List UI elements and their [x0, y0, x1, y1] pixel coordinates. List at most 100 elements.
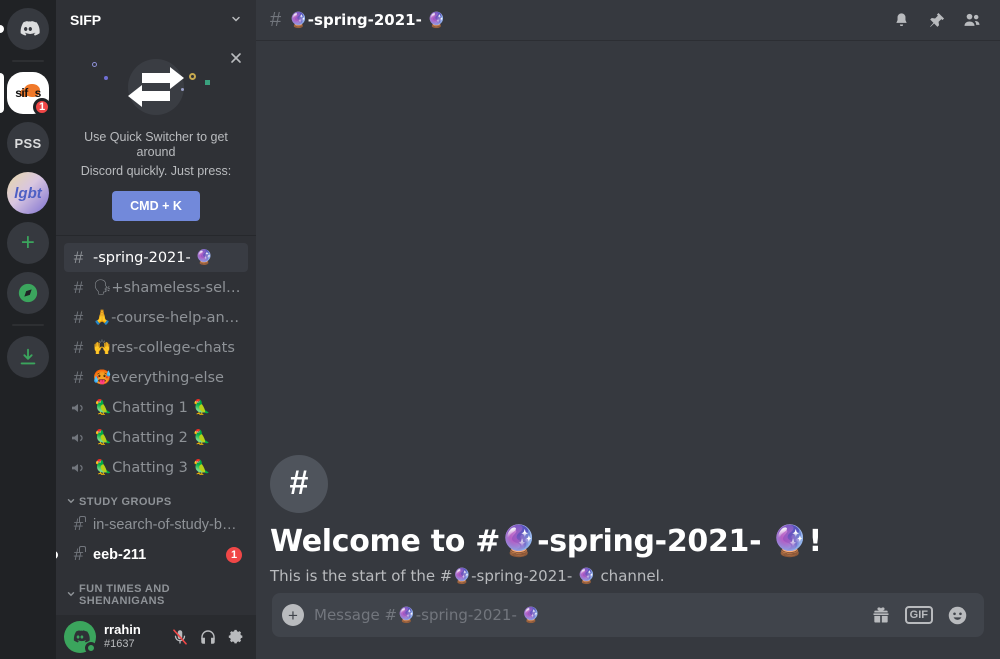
- category-header-fun-times-and-shenanigans[interactable]: Fun Times and Shenanigans: [56, 583, 256, 607]
- channel-header-actions: [892, 10, 990, 30]
- quick-switcher-illustration: [68, 48, 244, 126]
- rail-divider-2: [12, 324, 44, 326]
- channel-label: eeb-211: [93, 546, 147, 563]
- hash-icon: #: [73, 337, 84, 357]
- server-rail-item-home[interactable]: [0, 8, 56, 50]
- rail-divider: [12, 60, 44, 62]
- member-list-icon[interactable]: [962, 10, 982, 30]
- sif-active-pill: [0, 73, 4, 113]
- channel-label: -spring-2021- 🔮: [93, 250, 214, 266]
- category-header-study-groups[interactable]: Study Groups: [56, 496, 256, 508]
- status-indicator-online: [85, 642, 97, 654]
- channel-list[interactable]: # -spring-2021- 🔮 # 🗣+shameless-self-pro…: [56, 236, 256, 615]
- pinned-messages-icon[interactable]: [927, 11, 946, 30]
- channel-item-general-gaming[interactable]: # 🎮-general-gaming: [64, 609, 248, 616]
- home-active-pill: [0, 25, 4, 33]
- large-hash-icon: #: [270, 454, 328, 513]
- chevron-down-icon[interactable]: [230, 13, 242, 28]
- quick-switcher-text-line1: Use Quick Switcher to get around: [84, 130, 228, 159]
- channel-label: 🗣+shameless-self-promo: [93, 280, 242, 296]
- channel-label: 🙏-course-help-and-recs: [93, 310, 242, 326]
- server-rail-item-add[interactable]: +: [0, 222, 56, 264]
- channel-title: 🔮-spring-2021- 🔮: [289, 11, 446, 29]
- channel-label: 🙌res-college-chats: [93, 340, 235, 356]
- message-input-placeholder[interactable]: Message #🔮-spring-2021- 🔮: [314, 606, 861, 624]
- voice-channel-item-chatting-3[interactable]: 🦜Chatting 3 🦜: [64, 453, 248, 482]
- channel-welcome-block: # Welcome to #🔮-spring-2021- 🔮! This is …: [270, 454, 986, 585]
- voice-channel-label: 🦜Chatting 1 🦜: [94, 400, 211, 416]
- message-area: # Welcome to #🔮-spring-2021- 🔮! This is …: [256, 40, 1000, 593]
- server-rail-item-explore[interactable]: [0, 272, 56, 314]
- user-panel-controls: [168, 625, 248, 649]
- discord-home-icon[interactable]: [7, 8, 49, 50]
- download-icon[interactable]: [7, 336, 49, 378]
- explore-compass-icon[interactable]: [7, 272, 49, 314]
- speaker-icon: [70, 400, 88, 416]
- speaker-icon: [70, 430, 88, 446]
- private-channel-icon: #: [70, 515, 87, 535]
- channel-item-eeb-211[interactable]: # eeb-211 1: [56, 540, 248, 569]
- mic-muted-icon[interactable]: [168, 625, 192, 649]
- headphones-icon[interactable]: [196, 625, 220, 649]
- gif-button[interactable]: GIF: [904, 606, 933, 624]
- message-input-box[interactable]: + Message #🔮-spring-2021- 🔮 GIF: [272, 593, 984, 637]
- server-rail-item-sif[interactable]: sifos 1: [0, 72, 56, 116]
- welcome-subtitle: This is the start of the #🔮-spring-2021-…: [270, 567, 665, 585]
- discord-app: sifos 1 PSS lgbt + SIFP: [0, 0, 1000, 659]
- channel-item-spring-2021[interactable]: # -spring-2021- 🔮: [64, 243, 248, 272]
- voice-channel-item-chatting-1[interactable]: 🦜Chatting 1 🦜: [64, 393, 248, 422]
- hash-icon: #: [73, 367, 84, 387]
- server-rail-item-lgbt[interactable]: lgbt: [0, 172, 56, 214]
- notification-bell-icon[interactable]: [892, 11, 911, 30]
- server-rail-item-pss[interactable]: PSS: [0, 122, 56, 164]
- server-icon-lgbt[interactable]: lgbt: [7, 172, 49, 214]
- chevron-down-icon: [66, 496, 76, 508]
- voice-channel-item-chatting-2[interactable]: 🦜Chatting 2 🦜: [64, 423, 248, 452]
- sparkle-1: [92, 62, 97, 67]
- channel-item-everything-else[interactable]: # 🥵everything-else: [64, 363, 248, 392]
- avatar[interactable]: [64, 621, 97, 654]
- message-composer: + Message #🔮-spring-2021- 🔮 GIF: [256, 593, 1000, 659]
- sparkle-2: [104, 76, 108, 80]
- sparkle-3: [189, 73, 196, 80]
- server-icon-pss[interactable]: PSS: [7, 122, 49, 164]
- channel-label: in-search-of-study-buddi…: [93, 516, 242, 533]
- quick-switcher-card: Use Quick Switcher to get around Discord…: [56, 40, 256, 236]
- hash-icon: #: [73, 307, 84, 327]
- channel-sidebar: SIFP Use Quick Switcher to get around Di…: [56, 0, 256, 659]
- main-content: # 🔮-spring-2021- 🔮 # Welcome to #🔮-sprin…: [256, 0, 1000, 659]
- voice-channel-label: 🦜Chatting 3 🦜: [94, 460, 211, 476]
- add-attachment-icon[interactable]: +: [282, 604, 304, 626]
- hash-icon: #: [70, 614, 87, 616]
- hash-icon: #: [270, 8, 282, 31]
- sparkle-4: [205, 80, 210, 85]
- gift-icon[interactable]: [871, 605, 891, 625]
- hash-icon: #: [73, 277, 84, 297]
- user-info[interactable]: rrahin #1637: [104, 622, 160, 651]
- speaker-icon: [70, 460, 88, 476]
- hash-icon: #: [73, 247, 84, 267]
- chevron-down-icon: [66, 589, 76, 601]
- server-name: SIFP: [70, 12, 102, 28]
- server-rail-item-download[interactable]: [0, 336, 56, 378]
- server-rail: sifos 1 PSS lgbt +: [0, 0, 56, 659]
- category-label: Fun Times and Shenanigans: [79, 583, 170, 607]
- user-panel: rrahin #1637: [56, 615, 256, 659]
- settings-gear-icon[interactable]: [224, 625, 248, 649]
- channel-item-course-help-and-recs[interactable]: # 🙏-course-help-and-recs: [64, 303, 248, 332]
- quick-switcher-text-line2: Discord quickly. Just press:: [80, 164, 232, 178]
- channel-item-in-search-of-study-buddies[interactable]: # in-search-of-study-buddi…: [64, 510, 248, 539]
- channel-label: 🥵everything-else: [93, 370, 224, 386]
- server-header[interactable]: SIFP: [56, 0, 256, 40]
- channel-item-shameless-self-promo[interactable]: # 🗣+shameless-self-promo: [64, 273, 248, 302]
- channel-header: # 🔮-spring-2021- 🔮: [256, 0, 1000, 40]
- emoji-picker-icon[interactable]: [947, 605, 968, 626]
- welcome-title: Welcome to #🔮-spring-2021- 🔮!: [270, 523, 822, 559]
- voice-channel-label: 🦜Chatting 2 🦜: [94, 430, 211, 446]
- channel-item-res-college-chats[interactable]: # 🙌res-college-chats: [64, 333, 248, 362]
- category-label: Study Groups: [79, 496, 172, 508]
- sparkle-5: [181, 88, 184, 91]
- username: rrahin: [104, 622, 141, 638]
- add-server-icon[interactable]: +: [7, 222, 49, 264]
- quick-switcher-shortcut-button[interactable]: CMD + K: [112, 191, 200, 221]
